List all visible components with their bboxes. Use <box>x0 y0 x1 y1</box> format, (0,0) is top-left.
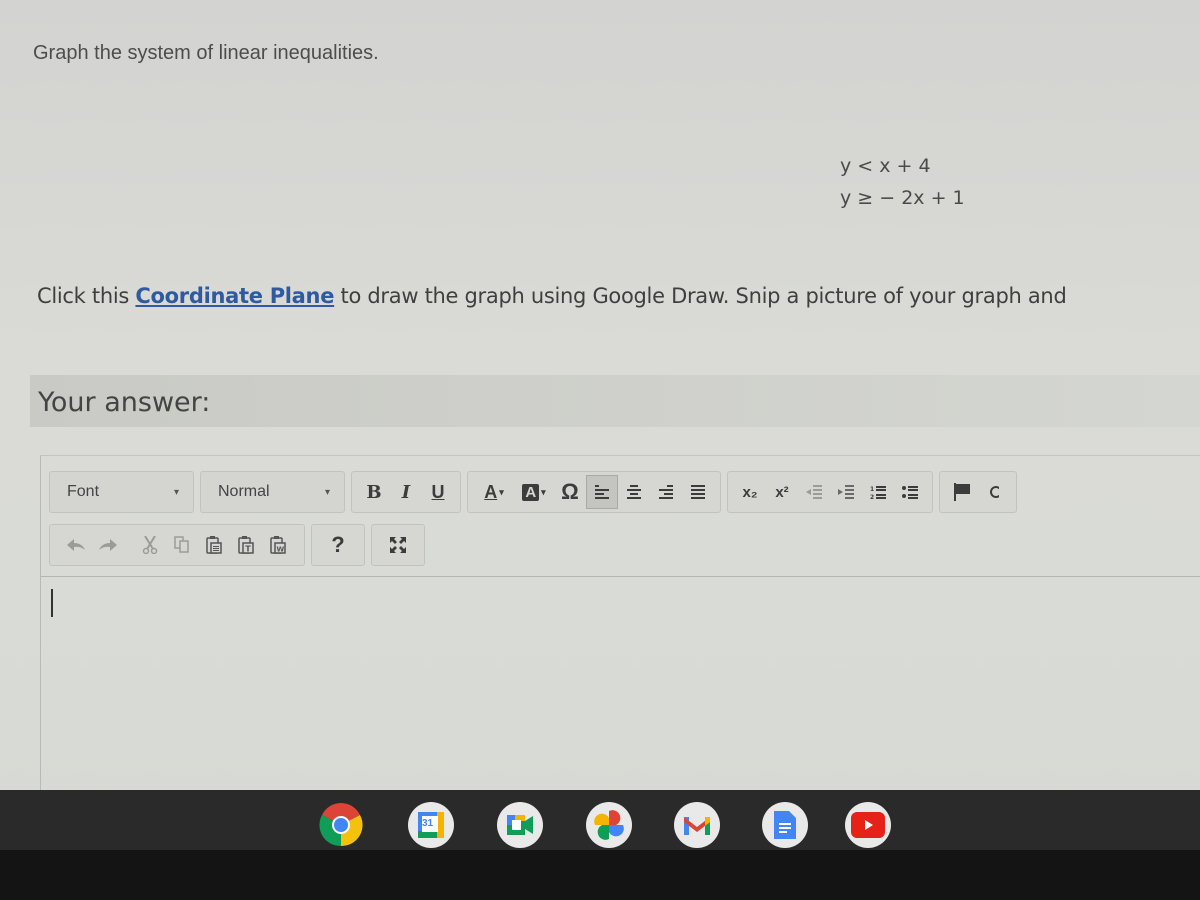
meet-app[interactable] <box>497 802 543 848</box>
indent-icon <box>838 485 854 499</box>
chrome-icon <box>319 802 363 847</box>
chromeos-shelf: 31 <box>0 790 1200 855</box>
youtube-icon <box>851 812 885 838</box>
subscript-button[interactable]: x₂ <box>734 475 766 509</box>
paste-as-text-button[interactable]: T <box>230 528 262 562</box>
chevron-down-icon: ▾ <box>499 486 504 497</box>
gmail-icon <box>684 817 710 835</box>
numbered-list-icon: 12 <box>870 486 886 499</box>
photos-icon <box>594 810 624 840</box>
paste-word-icon: W <box>270 536 286 554</box>
meet-icon <box>507 815 533 835</box>
text-color-button[interactable]: A ▾ <box>474 475 514 509</box>
maximize-button[interactable] <box>378 528 418 562</box>
cut-button[interactable] <box>134 528 166 562</box>
maximize-group <box>371 524 425 566</box>
align-right-button[interactable] <box>650 475 682 509</box>
align-center-icon <box>627 485 641 499</box>
scissors-icon <box>142 536 158 554</box>
align-justify-button[interactable] <box>682 475 714 509</box>
anchor-button[interactable] <box>946 475 978 509</box>
link-button[interactable] <box>978 475 1010 509</box>
copy-icon <box>174 536 189 553</box>
undo-icon <box>67 539 85 551</box>
redo-icon <box>99 539 117 551</box>
svg-text:1: 1 <box>870 486 874 493</box>
background-color-button[interactable]: A ▾ <box>514 475 554 509</box>
align-center-button[interactable] <box>618 475 650 509</box>
inequality-1: y < x + 4 <box>840 155 931 177</box>
chevron-down-icon: ▾ <box>173 486 179 498</box>
underline-button[interactable]: U <box>422 475 454 509</box>
instruction-prefix: Click this <box>37 284 136 308</box>
instruction-text: Click this Coordinate Plane to draw the … <box>37 284 1067 308</box>
copy-button[interactable] <box>166 528 198 562</box>
chevron-down-icon: ▾ <box>324 486 330 498</box>
font-select[interactable]: Font ▾ <box>49 471 194 513</box>
clipboard-group: T W <box>49 524 305 566</box>
maximize-icon <box>390 537 406 553</box>
superscript-button[interactable]: x² <box>766 475 798 509</box>
align-left-icon <box>595 485 609 499</box>
paste-from-word-button[interactable]: W <box>262 528 294 562</box>
inequality-system: y < x + 4 y ≥ − 2x + 1 <box>840 150 965 214</box>
paste-icon <box>206 536 222 554</box>
color-align-group: A ▾ A ▾ Ω <box>467 471 721 513</box>
numbered-list-button[interactable]: 12 <box>862 475 894 509</box>
bulleted-list-button[interactable] <box>894 475 926 509</box>
question-title: Graph the system of linear inequalities. <box>33 42 379 64</box>
answer-label-bar: Your answer: <box>30 375 1200 427</box>
docs-icon <box>774 811 796 839</box>
format-select[interactable]: Normal ▾ <box>200 471 345 513</box>
paste-text-icon: T <box>238 536 254 554</box>
svg-text:2: 2 <box>870 494 874 499</box>
increase-indent-button[interactable] <box>830 475 862 509</box>
answer-label: Your answer: <box>38 387 211 418</box>
align-justify-icon <box>691 485 705 499</box>
redo-button[interactable] <box>92 528 124 562</box>
rich-text-editor: Font ▾ Normal ▾ B I U A ▾ A ▾ Ω x₂ x² 1 … <box>40 455 1200 795</box>
flag-icon <box>954 483 970 501</box>
paste-button[interactable] <box>198 528 230 562</box>
format-select-value: Normal <box>218 483 270 500</box>
chrome-app[interactable] <box>318 802 364 848</box>
bold-button[interactable]: B <box>358 475 390 509</box>
insert-group <box>939 471 1017 513</box>
background-color-icon: A <box>522 483 540 501</box>
basic-style-group: B I U <box>351 471 461 513</box>
help-button[interactable]: ? <box>318 528 358 562</box>
gmail-app[interactable] <box>674 802 720 848</box>
align-left-button[interactable] <box>586 475 618 509</box>
instruction-suffix: to draw the graph using Google Draw. Sni… <box>334 284 1067 308</box>
align-right-icon <box>659 485 673 499</box>
editor-toolbar-row-2: T W ? <box>49 524 425 566</box>
screen-bezel <box>0 850 1200 900</box>
text-cursor <box>51 589 53 617</box>
bulleted-list-icon <box>902 486 918 499</box>
youtube-app[interactable] <box>845 802 891 848</box>
inequality-2: y ≥ − 2x + 1 <box>840 187 965 209</box>
italic-button[interactable]: I <box>390 475 422 509</box>
editor-toolbar-row-1: Font ▾ Normal ▾ B I U A ▾ A ▾ Ω x₂ x² 1 … <box>49 471 1017 513</box>
script-list-group: x₂ x² 12 <box>727 471 933 513</box>
link-icon <box>990 486 999 498</box>
decrease-indent-button[interactable] <box>798 475 830 509</box>
calendar-day: 31 <box>422 818 434 829</box>
outdent-icon <box>806 485 822 499</box>
text-color-icon: A <box>484 481 498 502</box>
svg-text:T: T <box>245 545 251 554</box>
font-select-value: Font <box>67 483 100 500</box>
help-group: ? <box>311 524 365 566</box>
docs-app[interactable] <box>762 802 808 848</box>
svg-text:W: W <box>277 546 285 554</box>
form-page: Graph the system of linear inequalities.… <box>0 0 1200 795</box>
special-character-button[interactable]: Ω <box>554 475 586 509</box>
chevron-down-icon: ▾ <box>541 486 546 497</box>
photos-app[interactable] <box>586 802 632 848</box>
undo-button[interactable] <box>60 528 92 562</box>
calendar-app[interactable]: 31 <box>408 802 454 848</box>
coordinate-plane-link[interactable]: Coordinate Plane <box>135 284 334 308</box>
answer-editor-area[interactable] <box>41 576 1200 796</box>
